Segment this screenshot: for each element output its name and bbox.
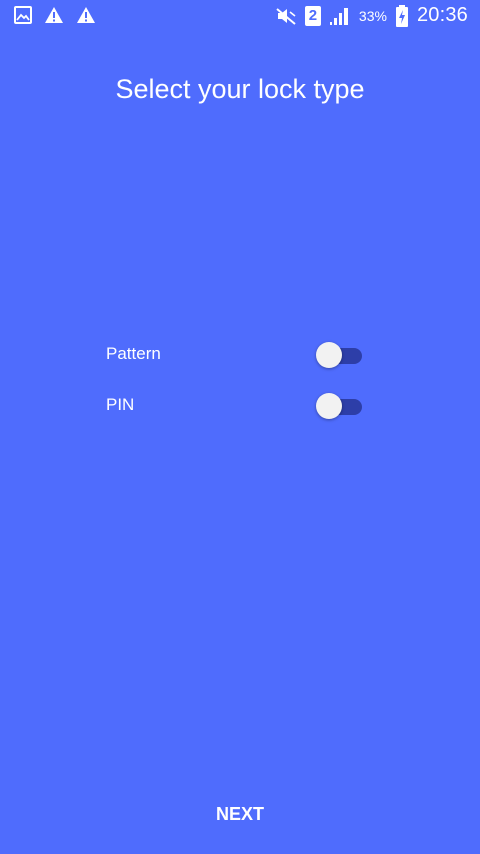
lock-type-options: Pattern PIN bbox=[106, 337, 362, 439]
status-bar-right: 2 33% 20:36 bbox=[275, 4, 468, 27]
next-button[interactable]: NEXT bbox=[190, 794, 290, 834]
pattern-toggle[interactable] bbox=[316, 340, 362, 368]
mute-icon bbox=[275, 6, 297, 26]
status-bar-left bbox=[14, 6, 96, 24]
warning-icon bbox=[44, 6, 64, 24]
sim-icon: 2 bbox=[304, 5, 321, 26]
warning-icon bbox=[76, 6, 96, 24]
battery-percent: 33% bbox=[358, 7, 387, 24]
pin-toggle[interactable] bbox=[316, 391, 362, 419]
toggle-thumb bbox=[316, 342, 342, 368]
gallery-icon bbox=[14, 6, 32, 24]
status-bar: 2 33% 20:36 bbox=[0, 0, 480, 34]
signal-icon bbox=[329, 6, 351, 26]
option-label-pin: PIN bbox=[106, 395, 135, 414]
toggle-thumb bbox=[316, 393, 342, 419]
option-label-pattern: Pattern bbox=[106, 344, 161, 363]
battery-charging-icon bbox=[395, 4, 409, 27]
page-title: Select your lock type bbox=[115, 74, 365, 104]
clock: 20:36 bbox=[416, 4, 468, 26]
option-pattern: Pattern bbox=[106, 337, 362, 371]
option-pin: PIN bbox=[106, 388, 362, 422]
